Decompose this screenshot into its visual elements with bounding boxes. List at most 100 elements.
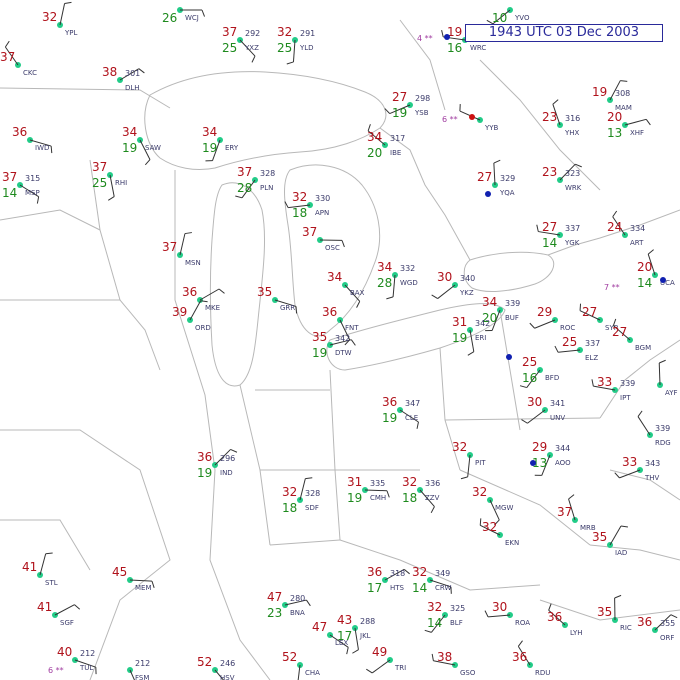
- temperature-value: 52: [282, 650, 297, 664]
- station-plot-rhi: 37 25 RHI: [92, 160, 127, 201]
- station-id: CHA: [305, 669, 320, 677]
- wind-barb-flag-icon: [460, 476, 468, 480]
- temperature-value: 36: [322, 305, 337, 319]
- wind-barb-flag-icon: [295, 306, 298, 314]
- wind-barb-flag-icon: [45, 552, 53, 555]
- snow-symbol: 7 **: [604, 283, 620, 292]
- dewpoint-value: 14: [427, 616, 442, 630]
- temperature-value: 49: [372, 645, 387, 659]
- pressure-value: 298: [415, 94, 430, 103]
- temperature-value: 36: [197, 450, 212, 464]
- map-canvas: 26 WCJ 37 25 292 YXZ 32 25 291 YLD 10 YVO 19 16 292 WRC…: [0, 1, 680, 680]
- temperature-value: 32: [482, 520, 497, 534]
- wind-barb-flag-icon: [441, 30, 444, 38]
- wind-barb-flag-icon: [352, 649, 359, 654]
- temperature-value: 25: [522, 355, 537, 369]
- station-plot-yld: 32 25 291 YLD: [277, 25, 315, 65]
- pressure-value: 316: [565, 114, 580, 123]
- station-plot-sdf: 32 18 328 SDF: [282, 477, 320, 515]
- wind-barb-flag-icon: [201, 9, 206, 17]
- station-id: APN: [315, 209, 329, 217]
- wind-barb-flag-icon: [218, 288, 225, 294]
- station-id: ELZ: [585, 354, 598, 362]
- temperature-value: 33: [622, 455, 637, 469]
- station-plot-uca: 2014 UCA: [637, 249, 675, 290]
- pressure-value: 340: [460, 274, 475, 283]
- station-plot-wcj: 26 WCJ: [162, 7, 206, 25]
- temperature-value: 36: [12, 125, 27, 139]
- wind-barb-flag-icon: [484, 610, 489, 618]
- station-plot-roc: 29 ROC: [529, 305, 575, 332]
- station-plot-yyb: YYB: [459, 104, 499, 132]
- wind-barb-flag-icon: [108, 196, 115, 201]
- wind-barb-flag-icon: [620, 80, 628, 82]
- temperature-value: 38: [102, 65, 117, 79]
- station-plot-hts: 36 17 318 HTS: [367, 565, 410, 595]
- temperature-value: 36: [637, 615, 652, 629]
- temperature-value: 34: [377, 260, 392, 274]
- wind-barb-icon: [371, 659, 391, 674]
- wind-barb-icon: [534, 319, 556, 329]
- pressure-value: 349: [435, 569, 450, 578]
- station-plot-mam: 19 308MAM: [592, 80, 632, 112]
- station-plot-ibe: 34 20 317 IBE: [367, 124, 405, 160]
- station-plot-iwd: 36 IWD: [12, 125, 53, 154]
- station-id: FSM: [135, 674, 149, 680]
- wind-barb-flag-icon: [74, 604, 81, 610]
- temperature-value: 29: [532, 440, 547, 454]
- wind-barb-flag-icon: [529, 322, 535, 329]
- wind-barb-flag-icon: [341, 240, 345, 248]
- station-id: SAW: [145, 144, 161, 152]
- temperature-value: 34: [327, 270, 342, 284]
- pressure-value: 342: [475, 319, 490, 328]
- station-plot-cle: 36 19 347 CLE: [382, 395, 420, 429]
- wind-barb-flag-icon: [612, 210, 618, 218]
- wind-barb-flag-icon: [366, 668, 373, 674]
- temperature-value: 34: [367, 130, 382, 144]
- temperature-value: 35: [257, 285, 272, 299]
- temperature-value: 40: [57, 645, 72, 659]
- station-id: BUF: [505, 314, 519, 322]
- temperature-value: 34: [202, 125, 217, 139]
- station-id: MEM: [135, 584, 152, 592]
- station-id: AYF: [665, 389, 678, 397]
- wind-barb-icon: [109, 174, 115, 197]
- wind-barb-flag-icon: [431, 653, 434, 661]
- station-id: YGK: [564, 239, 580, 247]
- temperature-value: 27: [612, 325, 627, 339]
- pressure-value: 328: [260, 169, 275, 178]
- wind-barb-icon: [658, 362, 661, 386]
- pressure-value: 339: [620, 379, 635, 388]
- pressure-value: 335: [370, 479, 385, 488]
- temperature-value: 25: [562, 335, 577, 349]
- temperature-value: 29: [537, 305, 552, 319]
- station-plot-wgd: 34 28 332 WGD: [377, 260, 418, 300]
- station-plot-yqa: 27 329 YQA: [477, 159, 515, 197]
- pressure-value: 212: [135, 659, 150, 668]
- station-id: MKE: [205, 304, 220, 312]
- pressure-value: 339: [505, 299, 520, 308]
- pressure-value: 301: [125, 69, 140, 78]
- station-plot-ysb: 27 19 298 YSB: [384, 90, 430, 120]
- station-id: BGM: [635, 344, 651, 352]
- station-plot-ery: 34 19 ERY: [202, 125, 239, 162]
- pressure-value: 318: [390, 569, 405, 578]
- pressure-value: 212: [80, 649, 95, 658]
- station-id: ERY: [225, 144, 239, 152]
- wind-barb-flag-icon: [591, 379, 594, 387]
- temperature-value: 27: [582, 305, 597, 319]
- snow-symbol: 4 **: [417, 34, 433, 43]
- station-id: ERI: [475, 334, 486, 342]
- temperature-value: 37: [557, 505, 572, 519]
- station-id: ORF: [660, 634, 674, 642]
- pressure-value: 317: [390, 134, 405, 143]
- temperature-value: 47: [267, 590, 282, 604]
- snow-symbol: 6 **: [48, 666, 64, 675]
- station-id: LYH: [570, 629, 583, 637]
- station-plot-pln: 37 28 328 PLN: [235, 165, 275, 199]
- wind-barb-flag-icon: [306, 599, 311, 607]
- wind-barb-flag-icon: [552, 99, 559, 105]
- pressure-value: 339: [655, 424, 670, 433]
- dewpoint-value: 28: [237, 181, 252, 195]
- station-plot-thv: 33 343 THV: [614, 455, 660, 482]
